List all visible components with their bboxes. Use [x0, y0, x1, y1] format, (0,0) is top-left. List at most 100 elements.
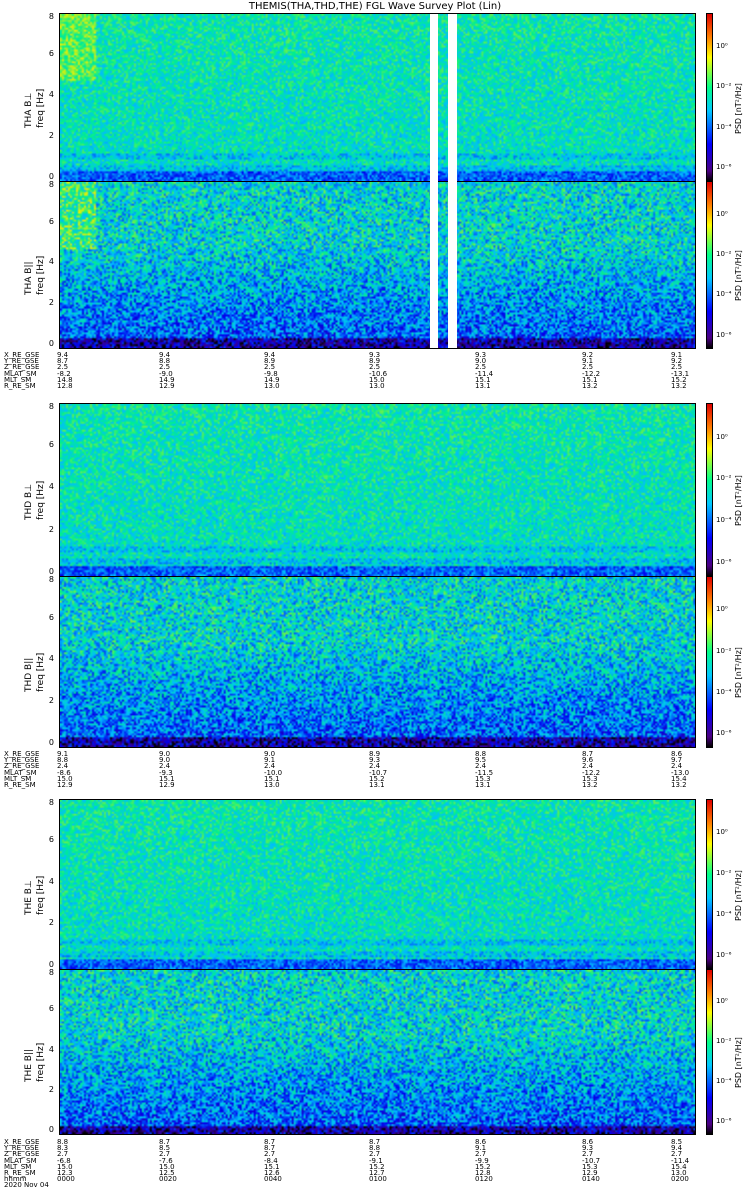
colorbar-label: PSD [nT²/Hz] [734, 82, 743, 134]
colorbar-tick-label: 10⁻² [716, 82, 732, 91]
ephemeris-column: 9.0 9.1 2.4 -10.0 15.1 13.0 [264, 750, 283, 790]
colorbar-label: PSD [nT²/Hz] [734, 1037, 743, 1088]
ephemeris-column: 9.2 9.1 2.5 -12.2 15.1 13.2 [582, 351, 601, 391]
colorbar-tick-label: 10⁻⁴ [716, 687, 732, 696]
y-tick-label: 4 [48, 482, 54, 492]
y-tick-label: 2 [48, 1084, 54, 1094]
colorbar-tick-label: 10⁻⁶ [716, 729, 732, 738]
spectrogram-thd-bpar [59, 576, 696, 748]
colorbar-tick-label: 10⁻⁴ [716, 516, 732, 525]
ephemeris-column: 8.7 9.6 2.4 -12.2 15.3 13.2 [582, 750, 601, 790]
ephemeris-column: 8.6 9.7 2.4 -13.0 15.4 13.2 [671, 750, 690, 790]
colorbar-label: PSD [nT²/Hz] [734, 250, 743, 301]
y-tick-label: 6 [48, 48, 54, 58]
y-tick-label: 0 [48, 1125, 54, 1135]
y-axis-label: THE B|| [24, 1048, 34, 1082]
ephemeris-column: 9.1 9.2 2.5 -13.1 15.2 13.2 [671, 351, 690, 391]
y-tick-label: 2 [48, 130, 54, 140]
colorbar [706, 799, 713, 970]
y-tick-label: 8 [48, 180, 54, 189]
y-axis-label: THD B|| [24, 657, 34, 692]
spectrogram-canvas [60, 182, 695, 348]
colorbar-tick-label: 10⁻⁶ [716, 330, 732, 339]
data-gap-2 [448, 14, 457, 348]
y-tick-label: 6 [48, 1004, 54, 1014]
y-tick-label: 4 [48, 257, 54, 267]
ephemeris-column: 9.3 8.9 2.5 -10.6 15.0 13.0 [369, 351, 388, 391]
ephemeris-labels: X_RE_GSE Y_RE_GSE Z_RE_GSE MLAT_SM MLT_S… [4, 351, 40, 391]
spectrogram-canvas [60, 14, 695, 181]
y-tick-label: 0 [48, 737, 54, 747]
colorbar-label: PSD [nT²/Hz] [734, 647, 743, 698]
ephemeris-column: 9.1 8.8 2.4 -8.6 15.0 12.9 [57, 750, 73, 790]
colorbar-tick-label: 10⁰ [716, 828, 728, 837]
colorbar [706, 181, 713, 349]
colorbar-tick-label: 10⁰ [716, 209, 728, 218]
y-tick-label: 2 [48, 918, 54, 928]
colorbar-tick-label: 10⁰ [716, 432, 728, 441]
colorbar [706, 13, 713, 182]
ephemeris-column: 8.7 8.5 2.7 -7.6 15.0 12.5 0020 [159, 1138, 177, 1184]
colorbar-label: PSD [nT²/Hz] [734, 869, 743, 921]
y-axis-label: THA B⊥ [24, 92, 34, 128]
colorbar-tick-label: 10⁰ [716, 41, 728, 50]
ephemeris-column: 9.4 8.9 2.5 -9.8 14.9 13.0 [264, 351, 280, 391]
ephemeris-column: 8.9 9.3 2.4 -10.7 15.2 13.1 [369, 750, 388, 790]
ephemeris-column: 9.3 9.0 2.5 -11.4 15.1 13.1 [475, 351, 494, 391]
y-tick-label: 6 [48, 440, 54, 450]
ephemeris-labels: X_RE_GSE Y_RE_GSE Z_RE_GSE MLAT_SM MLT_S… [4, 1138, 49, 1190]
y-tick-label: 4 [48, 89, 54, 99]
ephemeris-column: 8.6 9.3 2.7 -10.7 15.3 12.9 0140 [582, 1138, 601, 1184]
colorbar-tick-label: 10⁰ [716, 997, 728, 1006]
ephemeris-column: 9.4 8.8 2.5 -9.0 14.9 12.9 [159, 351, 175, 391]
y-tick-label: 4 [48, 876, 54, 886]
y-axis-label: THA B|| [24, 261, 34, 295]
spectrogram-canvas [60, 800, 695, 969]
spectrogram-the-bpar [59, 969, 696, 1135]
y-tick-label: 8 [48, 575, 54, 584]
colorbar-tick-label: 10⁻⁴ [716, 122, 732, 131]
colorbar [706, 576, 713, 748]
ephemeris-column: 9.4 8.7 2.5 -8.2 14.8 12.8 [57, 351, 73, 391]
colorbar-tick-label: 10⁻² [716, 1037, 732, 1046]
y-tick-label: 8 [48, 798, 54, 807]
colorbar-tick-label: 10⁻² [716, 869, 732, 878]
ephemeris-column: 8.5 9.4 2.7 -11.4 15.4 13.0 0200 [671, 1138, 690, 1184]
colorbar-tick-label: 10⁻⁶ [716, 163, 732, 172]
colorbar-label: PSD [nT²/Hz] [734, 475, 743, 526]
colorbar-tick-label: 10⁻⁶ [716, 1116, 732, 1125]
spectrogram-canvas [60, 577, 695, 747]
colorbar-tick-label: 10⁰ [716, 605, 728, 614]
y-tick-label: 6 [48, 216, 54, 226]
ephemeris-column: 8.8 8.3 2.7 -6.8 15.0 12.3 0000 [57, 1138, 75, 1184]
y-tick-label: 8 [48, 402, 54, 411]
spectrogram-the-bperp [59, 799, 696, 970]
spectrogram-canvas [60, 404, 695, 576]
colorbar [706, 403, 713, 577]
colorbar-tick-label: 10⁻⁶ [716, 951, 732, 960]
data-gap-1 [430, 14, 438, 348]
y-axis-label: THE B⊥ [24, 879, 34, 915]
colorbar-tick-label: 10⁻⁶ [716, 557, 732, 566]
spectrogram-canvas [60, 970, 695, 1134]
spectrogram-thd-bperp [59, 403, 696, 577]
colorbar-tick-label: 10⁻² [716, 249, 732, 258]
y-tick-label: 2 [48, 696, 54, 706]
ephemeris-column: 8.7 8.8 2.7 -9.1 15.2 12.7 0100 [369, 1138, 387, 1184]
y-tick-label: 6 [48, 612, 54, 622]
ephemeris-column: 9.0 9.0 2.4 -9.3 15.1 12.9 [159, 750, 175, 790]
y-tick-label: 6 [48, 835, 54, 845]
y-tick-label: 4 [48, 654, 54, 664]
colorbar-tick-label: 10⁻² [716, 646, 732, 655]
ephemeris-column: 8.8 9.5 2.4 -11.5 15.3 13.1 [475, 750, 494, 790]
y-tick-label: 8 [48, 968, 54, 977]
colorbar-tick-label: 10⁻⁴ [716, 910, 732, 919]
y-tick-label: 2 [48, 298, 54, 308]
spectrogram-tha-bperp [59, 13, 696, 182]
colorbar-tick-label: 10⁻⁴ [716, 1076, 732, 1085]
spectrogram-tha-bpar [59, 181, 696, 349]
chart-title: THEMIS(THA,THD,THE) FGL Wave Survey Plot… [248, 1, 502, 12]
ephemeris-labels: X_RE_GSE Y_RE_GSE Z_RE_GSE MLAT_SM MLT_S… [4, 750, 40, 790]
y-tick-label: 0 [48, 338, 54, 348]
ephemeris-column: 8.7 8.7 2.7 -8.4 15.1 12.6 0040 [264, 1138, 282, 1184]
